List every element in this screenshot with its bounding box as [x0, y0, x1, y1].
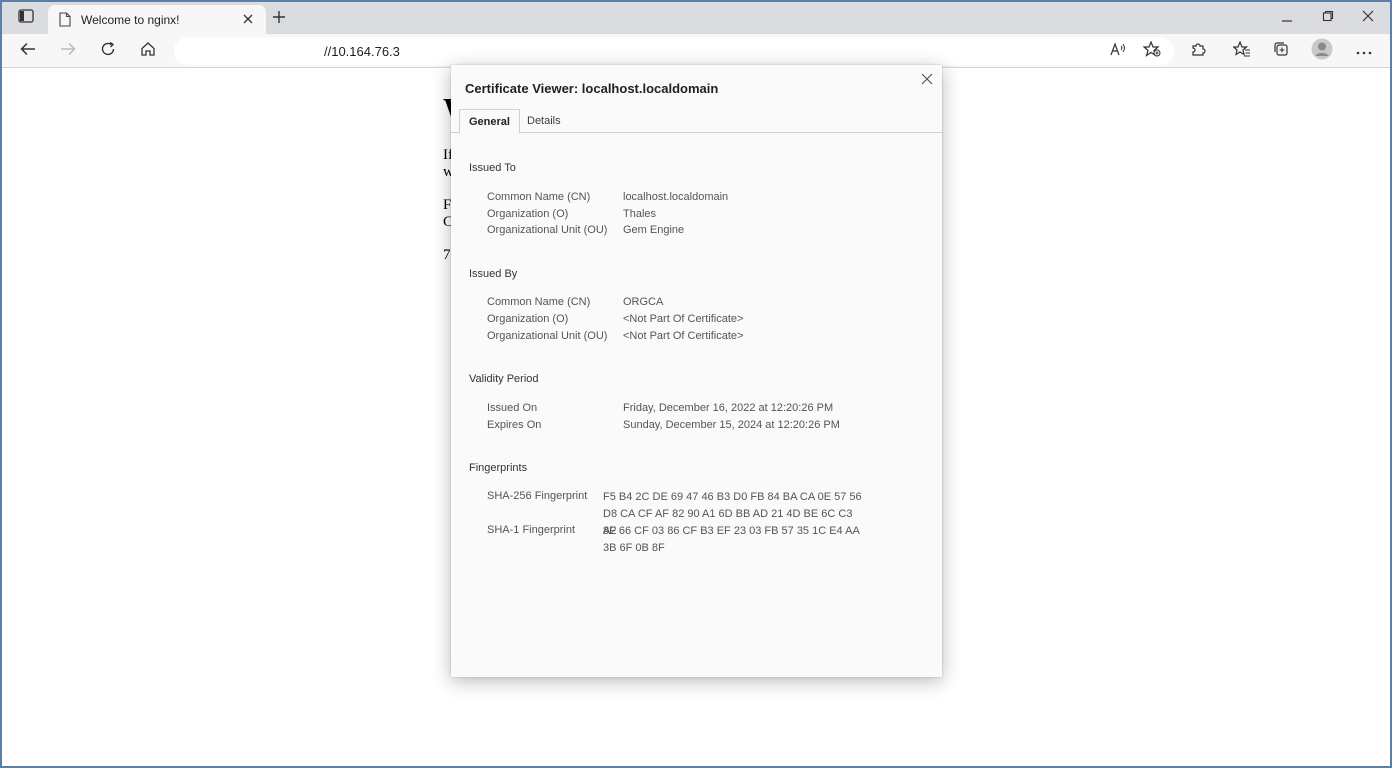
- read-aloud-button[interactable]: [1107, 40, 1131, 62]
- dialog-tabs: General Details: [451, 109, 942, 134]
- section-heading: Fingerprints: [469, 462, 528, 474]
- add-favorite-button[interactable]: [1140, 39, 1164, 62]
- section-heading: Issued By: [469, 268, 518, 280]
- sidebar-icon: [18, 8, 34, 28]
- field-value: Gem Engine: [623, 224, 685, 236]
- field-label: Organization (O): [487, 208, 569, 220]
- field-label: Organizational Unit (OU): [487, 330, 608, 342]
- browser-toolbar: [2, 34, 1390, 68]
- favorites-button[interactable]: [1230, 39, 1254, 62]
- home-icon: [140, 41, 156, 62]
- tab-strip: Welcome to nginx!: [2, 2, 1390, 34]
- page-text: 7: [443, 247, 451, 263]
- section-heading: Issued To: [469, 162, 516, 174]
- dialog-close-button[interactable]: [917, 71, 937, 91]
- tab-general[interactable]: General: [459, 109, 520, 134]
- browser-tab[interactable]: Welcome to nginx!: [48, 5, 266, 34]
- arrow-left-icon: [20, 42, 36, 61]
- puzzle-icon: [1190, 41, 1206, 62]
- refresh-button[interactable]: [96, 40, 120, 62]
- arrow-right-icon: [60, 42, 76, 61]
- section-heading: Validity Period: [469, 373, 539, 385]
- favorites-icon: [1232, 39, 1251, 62]
- field-value: F5 B4 2C DE 69 47 46 B3 D0 FB 84 BA CA 0…: [603, 491, 862, 503]
- collections-icon: [1273, 41, 1289, 62]
- minimize-icon: [1281, 9, 1293, 27]
- settings-menu-button[interactable]: [1352, 40, 1376, 62]
- address-input[interactable]: [324, 43, 724, 60]
- field-value: Friday, December 16, 2022 at 12:20:26 PM: [623, 402, 834, 414]
- profile-button[interactable]: [1310, 38, 1334, 65]
- field-label: Common Name (CN): [487, 296, 591, 308]
- field-value: 8F 66 CF 03 86 CF B3 EF 23 03 FB 57 35 1…: [603, 525, 860, 537]
- extensions-button[interactable]: [1186, 40, 1210, 62]
- field-label: Common Name (CN): [487, 191, 591, 203]
- address-bar[interactable]: [174, 37, 1174, 65]
- field-label: Issued On: [487, 402, 538, 414]
- field-value: Sunday, December 15, 2024 at 12:20:26 PM: [623, 419, 840, 431]
- more-icon: [1356, 42, 1372, 60]
- avatar: [1311, 38, 1333, 65]
- home-button[interactable]: [136, 40, 160, 62]
- field-label: SHA-1 Fingerprint: [487, 524, 576, 536]
- star-add-icon: [1142, 39, 1161, 62]
- field-label: Organizational Unit (OU): [487, 224, 608, 236]
- close-icon: [921, 72, 933, 90]
- read-aloud-icon: [1110, 41, 1128, 61]
- tab-details[interactable]: Details: [518, 109, 570, 133]
- field-label: Expires On: [487, 419, 542, 431]
- tab-title: Welcome to nginx!: [81, 13, 180, 27]
- tab-actions-button[interactable]: [16, 8, 36, 28]
- refresh-icon: [100, 41, 116, 62]
- minimize-button[interactable]: [1275, 8, 1299, 28]
- tab-close-icon[interactable]: [240, 11, 256, 27]
- certificate-viewer-dialog: Certificate Viewer: localhost.localdomai…: [451, 65, 942, 677]
- close-icon: [1362, 9, 1374, 27]
- field-value: 3B 6F 0B 8F: [603, 542, 665, 554]
- restore-button[interactable]: [1316, 8, 1340, 28]
- plus-icon: [272, 10, 286, 29]
- field-label: SHA-256 Fingerprint: [487, 490, 588, 502]
- field-value: localhost.localdomain: [623, 191, 729, 203]
- field-value: <Not Part Of Certificate>: [623, 313, 744, 325]
- collections-button[interactable]: [1269, 40, 1293, 62]
- close-window-button[interactable]: [1356, 8, 1380, 28]
- dialog-title: Certificate Viewer: localhost.localdomai…: [465, 81, 719, 96]
- back-button[interactable]: [16, 40, 40, 62]
- new-tab-button[interactable]: [268, 8, 290, 30]
- field-label: Organization (O): [487, 313, 569, 325]
- field-value: ORGCA: [623, 296, 664, 308]
- forward-button[interactable]: [56, 40, 80, 62]
- page-icon: [59, 12, 73, 28]
- restore-icon: [1322, 9, 1334, 27]
- field-value: Thales: [623, 208, 657, 220]
- field-value: <Not Part Of Certificate>: [623, 330, 744, 342]
